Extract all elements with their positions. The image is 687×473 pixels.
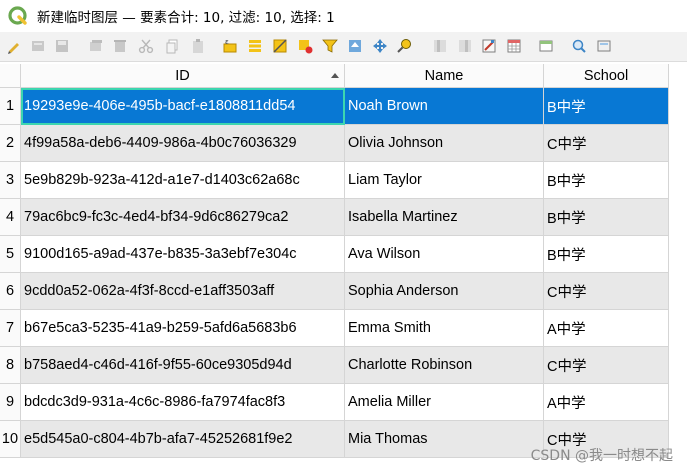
row-number[interactable]: 1 [0, 88, 21, 125]
svg-text:ε: ε [225, 38, 229, 46]
column-header-label: Name [424, 67, 464, 84]
move-selection-top-icon[interactable] [347, 38, 363, 54]
column-header-id[interactable]: ID [21, 64, 345, 88]
cell-name[interactable]: Sophia Anderson [345, 273, 544, 310]
cell-name[interactable]: Charlotte Robinson [345, 347, 544, 384]
window-titlebar: 新建临时图层 — 要素合计: 10, 过滤: 10, 选择: 1 [0, 0, 687, 32]
row-number[interactable]: 8 [0, 347, 21, 384]
reload-icon[interactable] [88, 38, 104, 54]
cell-school[interactable]: B中学 [544, 199, 669, 236]
cell-school[interactable]: C中学 [544, 347, 669, 384]
open-field-calculator-icon[interactable] [481, 38, 497, 54]
table-row[interactable]: 6 9cdd0a52-062a-4f3f-8ccd-e1aff3503aff S… [0, 273, 687, 310]
sort-ascending-icon [331, 73, 339, 78]
column-header-label: School [583, 67, 629, 84]
cell-school[interactable]: B中学 [544, 236, 669, 273]
table-row[interactable]: 2 4f99a58a-deb6-4409-986a-4b0c76036329 O… [0, 125, 687, 162]
select-by-expression-icon[interactable]: ε [222, 38, 238, 54]
table-row[interactable]: 1 19293e9e-406e-495b-bacf-e1808811dd54 N… [0, 88, 687, 125]
row-number[interactable]: 2 [0, 125, 21, 162]
row-number[interactable]: 9 [0, 384, 21, 421]
cell-name[interactable]: Olivia Johnson [345, 125, 544, 162]
zoom-to-selected-icon[interactable] [397, 38, 413, 54]
row-number[interactable]: 3 [0, 162, 21, 199]
cell-id[interactable]: 9100d165-a9ad-437e-b835-3a3ebf7e304c [21, 236, 345, 273]
invert-selection-icon[interactable] [272, 38, 288, 54]
dock-table-icon[interactable] [538, 38, 554, 54]
column-header-label: ID [175, 67, 190, 84]
table-row[interactable]: 5 9100d165-a9ad-437e-b835-3a3ebf7e304c A… [0, 236, 687, 273]
multi-edit-icon[interactable] [30, 38, 46, 54]
cut-icon[interactable] [138, 38, 154, 54]
window-title: 新建临时图层 — 要素合计: 10, 过滤: 10, 选择: 1 [37, 10, 335, 26]
qgis-logo-icon [8, 6, 27, 25]
cell-name[interactable]: Emma Smith [345, 310, 544, 347]
save-edits-icon[interactable] [54, 38, 70, 54]
paste-icon[interactable] [190, 38, 206, 54]
row-number[interactable]: 4 [0, 199, 21, 236]
cell-id[interactable]: 4f99a58a-deb6-4409-986a-4b0c76036329 [21, 125, 345, 162]
cell-school[interactable]: B中学 [544, 162, 669, 199]
row-number[interactable]: 10 [0, 421, 21, 458]
new-field-icon[interactable] [432, 38, 448, 54]
column-header-school[interactable]: School [544, 64, 669, 88]
delete-feature-icon[interactable] [112, 38, 128, 54]
cell-id[interactable]: e5d545a0-c804-4b7b-afa7-45252681f9e2 [21, 421, 345, 458]
cell-id[interactable]: bdcdc3d9-931a-4c6c-8986-fa7974fac8f3 [21, 384, 345, 421]
row-number[interactable]: 7 [0, 310, 21, 347]
cell-id[interactable]: 79ac6bc9-fc3c-4ed4-bf34-9d6c86279ca2 [21, 199, 345, 236]
conditional-formatting-icon[interactable] [506, 38, 522, 54]
row-number[interactable]: 6 [0, 273, 21, 310]
deselect-all-icon[interactable] [297, 38, 313, 54]
table-row[interactable]: 4 79ac6bc9-fc3c-4ed4-bf34-9d6c86279ca2 I… [0, 199, 687, 236]
table-row[interactable]: 9 bdcdc3d9-931a-4c6c-8986-fa7974fac8f3 A… [0, 384, 687, 421]
column-header-name[interactable]: Name [345, 64, 544, 88]
cell-name[interactable]: Mia Thomas [345, 421, 544, 458]
table-row[interactable]: 7 b67e5ca3-5235-41a9-b259-5afd6a5683b6 E… [0, 310, 687, 347]
watermark-text: CSDN @我一时想不起 [530, 448, 673, 464]
table-row[interactable]: 3 5e9b829b-923a-412d-a1e7-d1403c62a68c L… [0, 162, 687, 199]
cell-name[interactable]: Isabella Martinez [345, 199, 544, 236]
actions-icon[interactable] [571, 38, 587, 54]
pan-to-selected-icon[interactable] [372, 38, 388, 54]
cell-id[interactable]: b758aed4-c46d-416f-9f55-60ce9305d94d [21, 347, 345, 384]
row-number[interactable]: 5 [0, 236, 21, 273]
filter-select-icon[interactable] [322, 38, 338, 54]
cell-name[interactable]: Ava Wilson [345, 236, 544, 273]
row-header-corner[interactable] [0, 64, 21, 88]
delete-field-icon[interactable] [457, 38, 473, 54]
attribute-table: ID Name School 1 19293e9e-406e-495b-bacf… [0, 64, 687, 458]
cell-id[interactable]: 19293e9e-406e-495b-bacf-e1808811dd54 [21, 88, 345, 125]
cell-school[interactable]: A中学 [544, 384, 669, 421]
toggle-editing-icon[interactable] [6, 38, 22, 54]
cell-name[interactable]: Liam Taylor [345, 162, 544, 199]
cell-name[interactable]: Noah Brown [345, 88, 544, 125]
cell-school[interactable]: C中学 [544, 273, 669, 310]
select-all-icon[interactable] [247, 38, 263, 54]
cell-id[interactable]: b67e5ca3-5235-41a9-b259-5afd6a5683b6 [21, 310, 345, 347]
cell-name[interactable]: Amelia Miller [345, 384, 544, 421]
cell-id[interactable]: 9cdd0a52-062a-4f3f-8ccd-e1aff3503aff [21, 273, 345, 310]
cell-school[interactable]: C中学 [544, 125, 669, 162]
identify-icon[interactable] [596, 38, 612, 54]
copy-icon[interactable] [164, 38, 180, 54]
table-row[interactable]: 8 b758aed4-c46d-416f-9f55-60ce9305d94d C… [0, 347, 687, 384]
attribute-table-toolbar: ε [0, 32, 687, 62]
cell-school[interactable]: B中学 [544, 88, 669, 125]
cell-school[interactable]: A中学 [544, 310, 669, 347]
cell-id[interactable]: 5e9b829b-923a-412d-a1e7-d1403c62a68c [21, 162, 345, 199]
